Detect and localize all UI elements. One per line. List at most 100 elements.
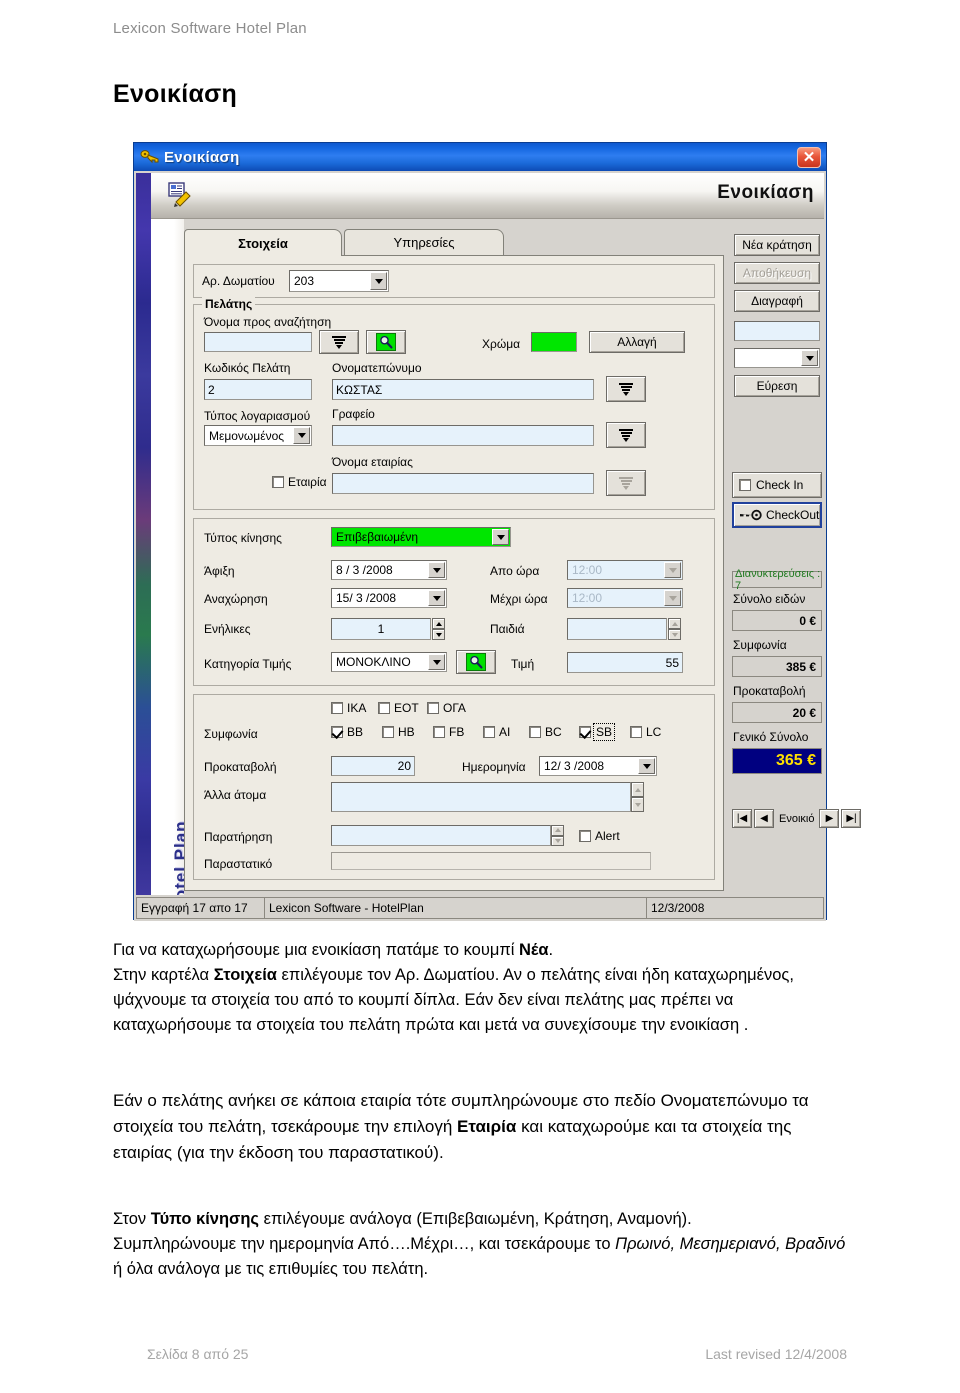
nav-last-icon[interactable]: ▶| xyxy=(841,809,862,828)
tab-stoicheia[interactable]: Στοιχεία xyxy=(184,229,342,256)
alert-checkbox[interactable]: Alert xyxy=(579,829,620,843)
check-bc-label: BC xyxy=(545,725,562,739)
other-people-scrollbar[interactable] xyxy=(631,782,644,812)
price-input[interactable]: 55 xyxy=(567,652,683,673)
stepper-down-icon[interactable] xyxy=(432,629,445,640)
booking-group: Τύπος κίνησης Επιβεβαιωμένη Άφιξη 8 / 3 … xyxy=(193,518,715,686)
agreement-payment-group: ΙΚΑ ΕΟΤ ΟΓΑ Συμφωνία BB HB FB AI BC SB L… xyxy=(193,694,715,880)
from-hour-combo[interactable]: 12:00 xyxy=(567,560,683,580)
save-button[interactable]: Αποθήκευση xyxy=(734,262,820,284)
other-people-input[interactable] xyxy=(331,782,631,812)
find-button[interactable]: Εύρεση xyxy=(734,375,820,397)
stacked-list-icon xyxy=(619,428,633,443)
edit-record-icon[interactable] xyxy=(167,181,193,207)
check-ika[interactable]: ΙΚΑ xyxy=(331,701,366,715)
search-name-input[interactable] xyxy=(204,332,312,352)
stepper-down-icon[interactable] xyxy=(668,629,681,640)
search-customer-button[interactable] xyxy=(366,330,406,354)
nav-first-icon[interactable]: |◀ xyxy=(732,809,752,828)
chevron-down-icon[interactable] xyxy=(428,654,445,670)
children-input[interactable] xyxy=(567,618,667,640)
search-name-list-button[interactable] xyxy=(319,330,359,354)
office-label: Γραφείο xyxy=(332,407,375,421)
chevron-down-icon[interactable] xyxy=(428,562,445,578)
checkbox-box xyxy=(378,702,390,714)
chevron-down-icon[interactable] xyxy=(801,350,818,366)
search-name-label: Όνομα προς αναζήτηση xyxy=(204,315,332,329)
filter-text-input[interactable] xyxy=(734,321,820,341)
p1-l2b: Στοιχεία xyxy=(213,966,277,984)
deposit-input[interactable]: 20 xyxy=(331,756,415,776)
chevron-down-icon[interactable] xyxy=(638,758,655,774)
fullname-list-button[interactable] xyxy=(606,376,646,402)
office-list-button[interactable] xyxy=(606,422,646,448)
check-sb[interactable]: SB xyxy=(579,723,616,741)
office-input[interactable] xyxy=(332,425,594,446)
company-name-input[interactable] xyxy=(332,473,594,494)
document-header: Lexicon Software Hotel Plan xyxy=(113,20,307,37)
check-bb[interactable]: BB xyxy=(331,725,363,739)
customer-group-label: Πελάτης xyxy=(202,297,256,311)
company-checkbox[interactable]: Εταιρία xyxy=(272,475,327,489)
chevron-down-icon[interactable] xyxy=(293,427,310,444)
other-people-label: Άλλα άτομα xyxy=(204,788,267,802)
scroll-up-icon[interactable] xyxy=(551,825,564,836)
account-type-combo[interactable]: Μεμονωμένος xyxy=(204,425,312,446)
new-booking-button[interactable]: Νέα κράτηση xyxy=(734,234,820,256)
chevron-down-icon[interactable] xyxy=(664,562,681,578)
check-ai[interactable]: AI xyxy=(483,725,510,739)
chevron-down-icon[interactable] xyxy=(492,529,509,545)
price-lookup-button[interactable] xyxy=(456,650,496,674)
checkout-button[interactable]: CheckOut xyxy=(732,502,822,528)
stepper-up-icon[interactable] xyxy=(432,618,445,629)
company-list-button[interactable] xyxy=(606,470,646,496)
check-hb-label: HB xyxy=(398,725,415,739)
room-number-combo[interactable]: 203 xyxy=(289,270,389,292)
check-eot[interactable]: ΕΟΤ xyxy=(378,701,419,715)
paragraph-1: Για να καταχωρήσουμε μια ενοικίαση πατάμ… xyxy=(113,938,853,1038)
color-swatch[interactable] xyxy=(531,332,577,352)
to-hour-combo[interactable]: 12:00 xyxy=(567,588,683,608)
fullname-input[interactable]: ΚΩΣΤΑΣ xyxy=(332,379,594,400)
price-category-label: Κατηγορία Τιμής xyxy=(204,657,292,671)
tab-ypiresies[interactable]: Υπηρεσίες xyxy=(344,229,504,255)
chevron-down-icon[interactable] xyxy=(370,272,387,290)
delete-button[interactable]: Διαγραφή xyxy=(734,290,820,312)
scroll-down-icon[interactable] xyxy=(551,835,564,846)
right-action-panel: Νέα κράτηση Αποθήκευση Διαγραφή Εύρεση C… xyxy=(730,229,862,891)
check-hb[interactable]: HB xyxy=(382,725,415,739)
nav-next-icon[interactable]: ▶ xyxy=(819,809,840,828)
check-bc[interactable]: BC xyxy=(529,725,562,739)
children-stepper[interactable] xyxy=(668,618,681,640)
nav-prev-icon[interactable]: ◀ xyxy=(754,809,774,828)
check-in-row[interactable]: Check In xyxy=(732,472,822,498)
filter-select-combo[interactable] xyxy=(734,348,820,368)
departure-date-combo[interactable]: 15/ 3 /2008 xyxy=(331,588,447,608)
scroll-up-icon[interactable] xyxy=(631,782,644,797)
scroll-down-icon[interactable] xyxy=(631,797,644,812)
chevron-down-icon[interactable] xyxy=(664,590,681,606)
remark-scrollbar[interactable] xyxy=(551,825,564,846)
chevron-down-icon[interactable] xyxy=(428,590,445,606)
close-icon[interactable]: ✕ xyxy=(797,146,821,168)
customer-code-label: Κωδικός Πελάτη xyxy=(204,361,291,375)
check-fb[interactable]: FB xyxy=(433,725,464,739)
change-color-button[interactable]: Αλλαγή xyxy=(589,331,685,353)
check-lc[interactable]: LC xyxy=(630,725,661,739)
price-category-combo[interactable]: ΜΟΝΟΚΛΙΝΟ xyxy=(331,652,447,672)
customer-code-input[interactable]: 2 xyxy=(204,379,312,400)
document-input[interactable] xyxy=(331,852,651,870)
find-label: Εύρεση xyxy=(756,379,798,393)
record-navigator[interactable]: |◀ ◀ Ενοικιό ▶ ▶| xyxy=(732,809,862,828)
arrival-date-combo[interactable]: 8 / 3 /2008 xyxy=(331,560,447,580)
remark-input[interactable] xyxy=(331,825,551,846)
check-oga[interactable]: ΟΓΑ xyxy=(427,701,466,715)
movement-type-combo[interactable]: Επιβεβαιωμένη xyxy=(331,527,511,547)
adults-input[interactable]: 1 xyxy=(331,618,431,640)
stepper-up-icon[interactable] xyxy=(668,618,681,629)
adults-stepper[interactable] xyxy=(432,618,445,640)
checkbox-box xyxy=(331,702,343,714)
deposit-date-combo[interactable]: 12/ 3 /2008 xyxy=(539,756,657,776)
checkbox-box xyxy=(529,726,541,738)
agreement-total-value: 385 € xyxy=(732,656,822,677)
